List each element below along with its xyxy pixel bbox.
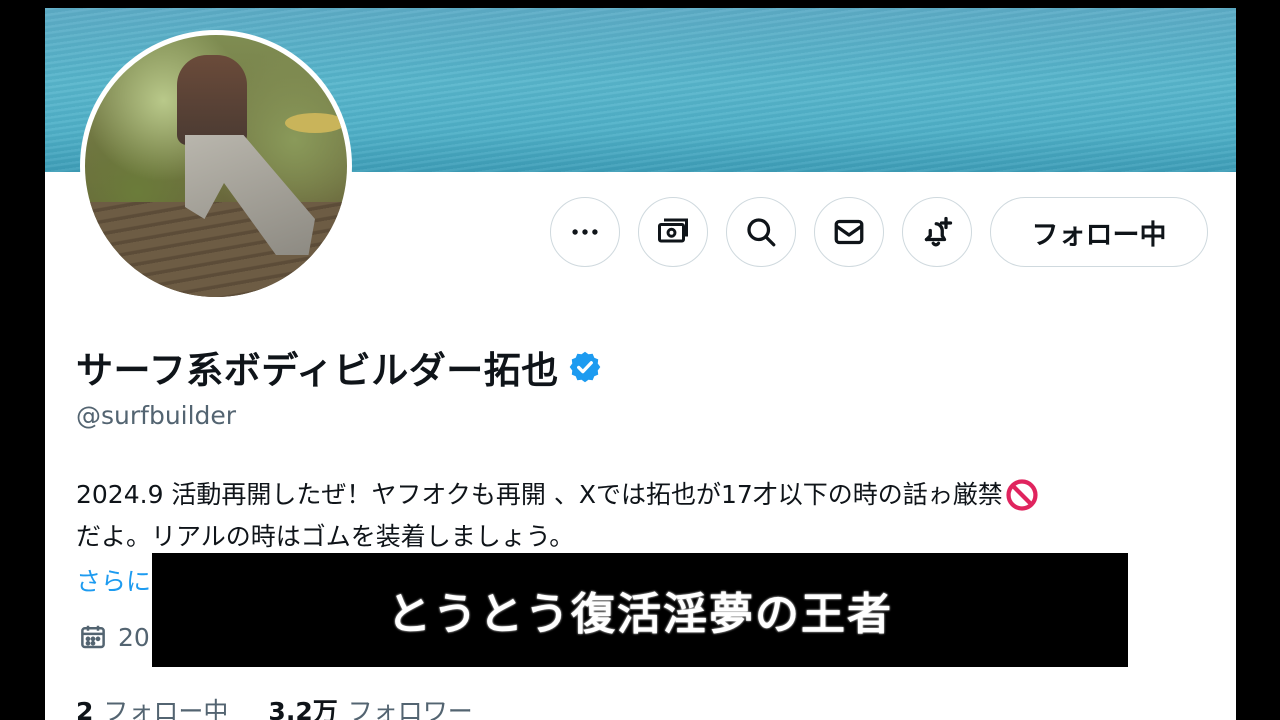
subscribe-button[interactable] [638,197,708,267]
follow-stats: 2 フォロー中 3.2万 フォロワー [76,692,473,720]
search-button[interactable] [726,197,796,267]
verified-badge-icon[interactable] [567,349,603,385]
following-button[interactable]: フォロー中 [990,197,1208,267]
display-name: サーフ系ボディビルダー拓也 [76,349,559,392]
name-row: サーフ系ボディビルダー拓也 [76,340,603,394]
prohibited-icon [1006,479,1038,511]
joined-text: 20 [118,622,150,652]
bio: 2024.9 活動再開したぜ！ヤフオクも再開 、Xでは拓也が17才以下の時の話ゎ… [76,474,1226,558]
caption-overlay: とうとう復活淫夢の王者 [152,553,1128,667]
avatar[interactable] [80,30,352,302]
following-label[interactable]: フォロー中 [103,692,228,720]
show-more-link[interactable]: さらに [76,562,151,598]
more-button[interactable] [550,197,620,267]
message-button[interactable] [814,197,884,267]
followers-count[interactable]: 3.2万 [268,692,337,720]
bell-plus-icon [924,216,953,247]
notify-button[interactable] [902,197,972,267]
joined-date: 20 [78,622,150,652]
search-icon [747,218,776,247]
calendar-icon [81,625,105,649]
handle: @surfbuilder [76,401,237,430]
bio-text: 2024.9 活動再開したぜ！ヤフオクも再開 、Xでは拓也が17才以下の時の話ゎ… [76,480,1003,509]
avatar-person [177,55,247,145]
more-horizontal-icon [572,229,598,235]
avatar-photo [85,35,347,297]
money-icon [658,218,688,243]
followers-label[interactable]: フォロワー [348,692,473,720]
avatar-table [285,113,345,133]
bio-text: だよ。リアルの時はゴムを装着しましょう。 [76,522,575,551]
bio-line: 2024.9 活動再開したぜ！ヤフオクも再開 、Xでは拓也が17才以下の時の話ゎ… [76,474,1226,516]
following-count[interactable]: 2 [76,697,93,720]
envelope-icon [834,219,864,245]
bio-line: だよ。リアルの時はゴムを装着しましょう。 [76,516,1226,558]
caption-text: とうとう復活淫夢の王者 [387,589,893,640]
